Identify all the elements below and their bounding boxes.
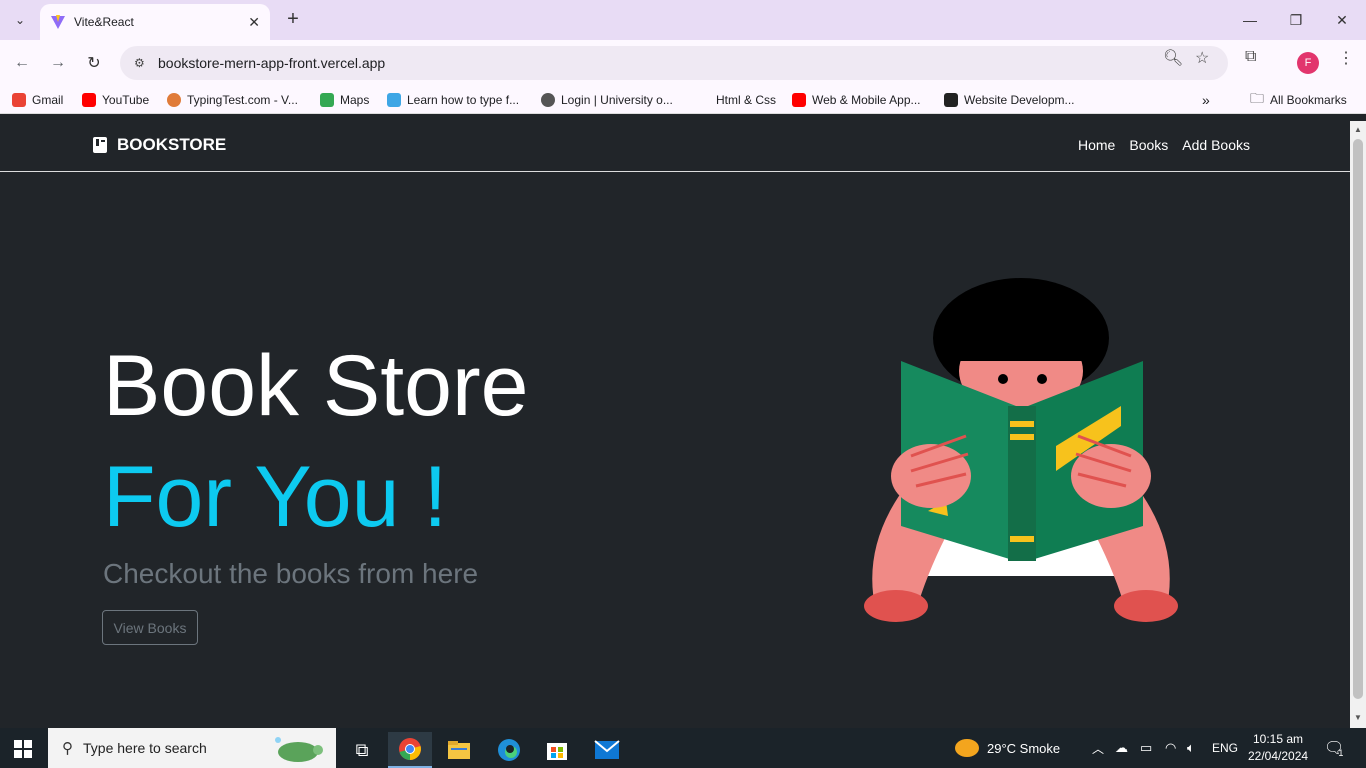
bookmark-university-login[interactable]: Login | University o... (541, 92, 673, 108)
notification-count: 1 (1338, 748, 1344, 758)
chrome-icon (399, 738, 421, 760)
show-hidden-icons[interactable]: ︿ (1092, 728, 1104, 768)
active-tab[interactable]: Vite&React ✕ (40, 4, 270, 40)
brand-link[interactable]: BOOKSTORE (92, 135, 226, 155)
clock-time: 10:15 am (1253, 732, 1304, 746)
tab-search-button[interactable]: ⌄ (8, 8, 32, 32)
wifi-icon[interactable]: ◠ (1165, 728, 1176, 768)
taskbar-search[interactable]: ⚲ Type here to search (48, 728, 336, 768)
hero-title: Book Store (103, 338, 529, 434)
file-explorer-icon[interactable] (437, 732, 481, 768)
close-tab-icon[interactable]: ✕ (248, 14, 260, 31)
mail-icon[interactable] (585, 732, 629, 768)
site-info-icon[interactable]: ⚙ (134, 56, 150, 70)
store-icon[interactable] (535, 732, 579, 768)
bookmark-gmail[interactable]: Gmail (12, 92, 63, 108)
all-bookmarks[interactable]: 🗀 All Bookmarks (1250, 90, 1347, 108)
minimize-icon[interactable]: — (1238, 8, 1262, 32)
weather-widget[interactable]: 29°C Smoke (955, 728, 1060, 768)
youtube-icon (792, 93, 806, 107)
bookmark-typingtest[interactable]: TypingTest.com - V... (167, 92, 298, 108)
bookmark-html-css[interactable]: Html & Css (716, 92, 776, 108)
browser-toolbar: ← → ↻ ⚙ bookstore-mern-app-front.vercel.… (0, 40, 1366, 86)
language-indicator[interactable]: ENG (1212, 728, 1238, 768)
folder-icon: 🗀 (1250, 90, 1264, 106)
nav-books[interactable]: Books (1129, 137, 1168, 153)
tab-title: Vite&React (74, 15, 134, 29)
task-view-icon[interactable]: ⧉ (340, 732, 384, 768)
bookmark-youtube[interactable]: YouTube (82, 92, 149, 108)
nav-add-books[interactable]: Add Books (1182, 137, 1250, 153)
scroll-down-icon[interactable]: ▼ (1354, 713, 1362, 722)
gmail-icon (12, 93, 26, 107)
notifications-icon[interactable]: 🗨︎ 1 (1324, 728, 1344, 768)
windows-start-icon[interactable] (14, 740, 32, 758)
vite-icon (51, 15, 65, 29)
hero-highlight: For You ! (103, 449, 448, 545)
bookmarks-bar: Gmail YouTube TypingTest.com - V... Maps… (0, 86, 1366, 114)
bookmark-maps[interactable]: Maps (320, 92, 369, 108)
close-window-icon[interactable]: ✕ (1330, 8, 1354, 32)
forward-icon[interactable]: → (46, 51, 70, 75)
site-navbar: BOOKSTORE Home Books Add Books (0, 121, 1350, 172)
bookmark-learn-typing[interactable]: Learn how to type f... (387, 92, 519, 108)
weather-text: 29°C Smoke (987, 740, 1061, 756)
view-books-button[interactable]: View Books (102, 610, 198, 645)
maps-icon (320, 93, 334, 107)
url-text[interactable]: bookstore-mern-app-front.vercel.app (158, 55, 385, 71)
weather-icon (955, 739, 979, 757)
menu-icon[interactable]: ⋮ (1338, 48, 1354, 68)
chrome-taskbar-icon[interactable] (388, 732, 432, 768)
address-bar[interactable]: ⚙ bookstore-mern-app-front.vercel.app (120, 46, 1228, 80)
reload-icon[interactable]: ↻ (82, 51, 106, 75)
book-icon (93, 137, 107, 153)
tab-strip: ⌄ Vite&React ✕ + — ❐ ✕ (0, 0, 1366, 40)
profile-avatar[interactable]: F (1297, 52, 1319, 74)
brand-name: BOOKSTORE (117, 135, 227, 154)
turtle-icon (275, 737, 323, 762)
nav-home[interactable]: Home (1078, 137, 1115, 153)
scroll-up-icon[interactable]: ▲ (1354, 125, 1362, 134)
bookmarks-overflow-icon[interactable]: » (1202, 92, 1210, 108)
search-icon: ⚲ (62, 740, 73, 757)
scroll-thumb[interactable] (1353, 139, 1363, 699)
new-tab-button[interactable]: + (282, 8, 304, 30)
youtube-icon (82, 93, 96, 107)
bookmark-web-mobile[interactable]: Web & Mobile App... (792, 92, 921, 108)
onedrive-icon[interactable]: ☁ (1115, 728, 1128, 768)
typing-icon (387, 93, 401, 107)
clock-date: 22/04/2024 (1248, 749, 1309, 763)
clock[interactable]: 10:15 am 22/04/2024 (1248, 728, 1308, 768)
bookmark-website-dev[interactable]: Website Developm... (944, 92, 1075, 108)
website-icon (944, 93, 958, 107)
edge-icon[interactable] (487, 732, 531, 768)
battery-icon[interactable]: ▭ (1140, 728, 1152, 768)
zoom-icon[interactable]: 🔍︎ (1163, 48, 1183, 68)
taskbar: ⚲ Type here to search ⧉ 29°C Smoke ︿ ☁ ▭… (0, 728, 1366, 768)
hero-subtitle: Checkout the books from here (103, 558, 479, 589)
university-icon (541, 93, 555, 107)
restore-icon[interactable]: ❐ (1284, 8, 1308, 32)
extensions-icon[interactable]: ⧉ (1245, 48, 1256, 66)
reading-person-illustration (864, 278, 1178, 622)
page-scrollbar[interactable]: ▲ ▼ (1350, 121, 1366, 728)
page-content: BOOKSTORE Home Books Add Books Book Stor… (0, 121, 1350, 728)
bookmark-star-icon[interactable]: ☆ (1195, 48, 1209, 68)
search-placeholder: Type here to search (83, 740, 207, 756)
back-icon[interactable]: ← (10, 51, 34, 75)
nav-links: Home Books Add Books (1078, 137, 1250, 153)
volume-icon[interactable]: 🔈︎ (1187, 728, 1195, 768)
typingtest-icon (167, 93, 181, 107)
